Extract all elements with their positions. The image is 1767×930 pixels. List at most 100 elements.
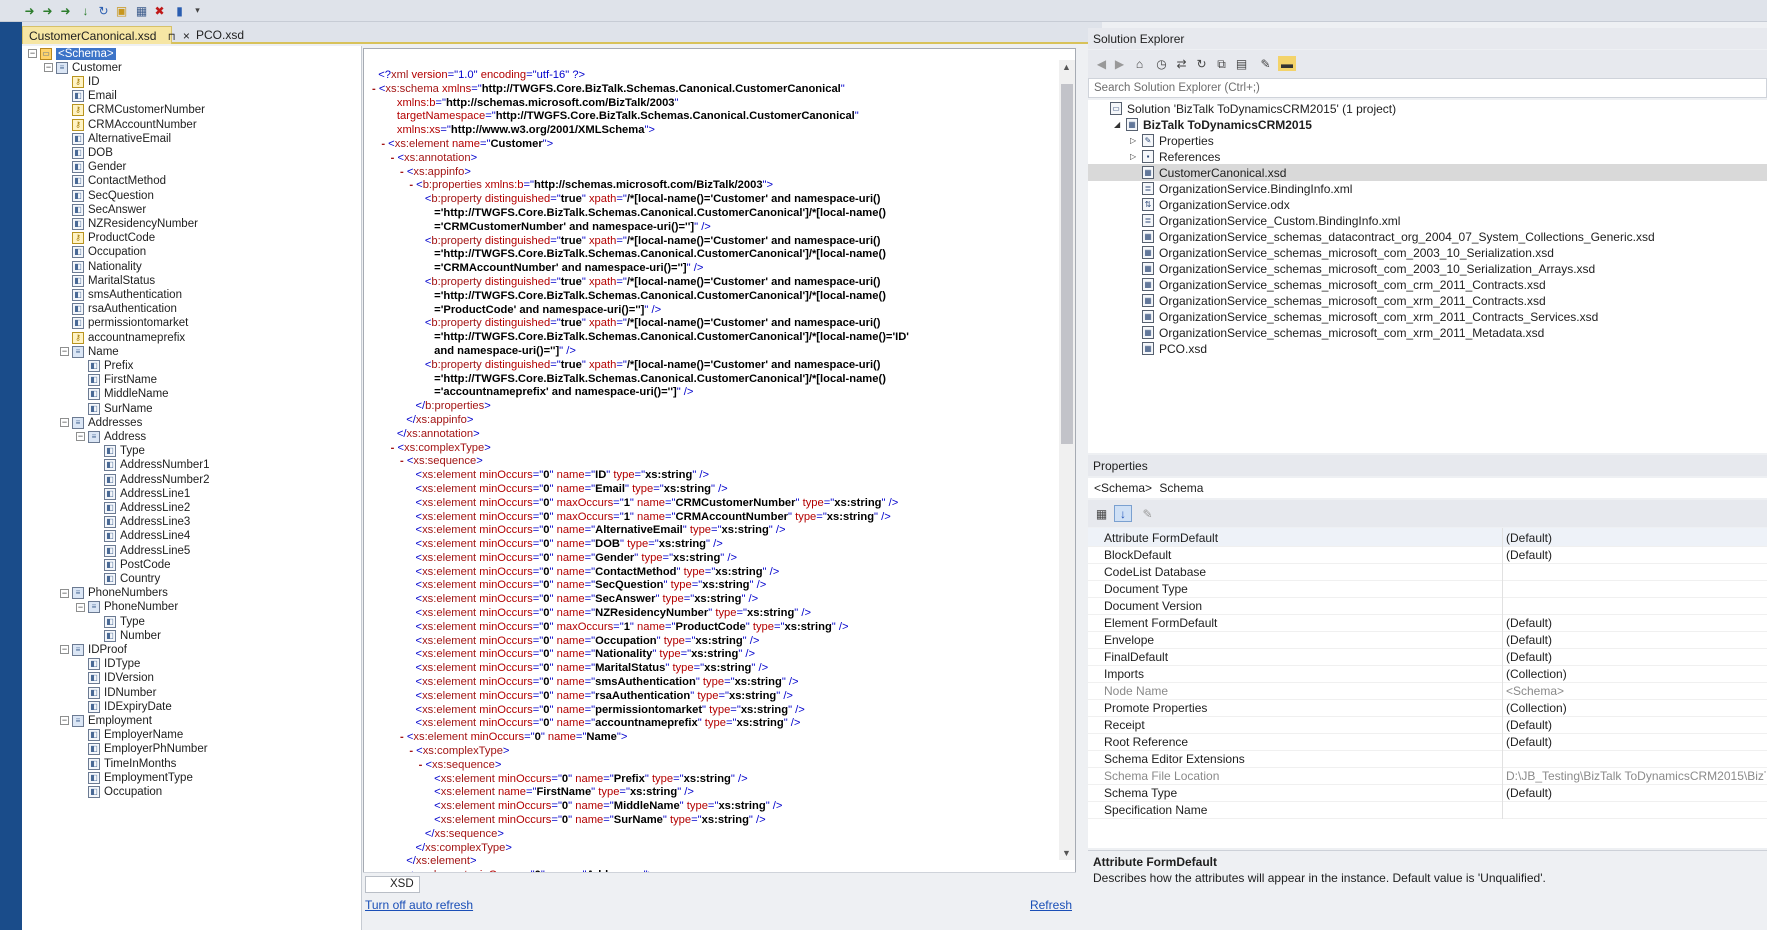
calculator-icon[interactable]: ▦ — [134, 3, 149, 18]
tree-node[interactable]: ◧ AddressNumber1 — [92, 458, 209, 473]
tree-node[interactable]: ◧ EmploymentType — [76, 770, 193, 785]
tree-node[interactable]: ◧ EmployerName — [76, 728, 183, 743]
properties-wrench-icon[interactable]: ✎ — [1258, 56, 1273, 71]
tree-node[interactable]: − ≡ PhoneNumber — [76, 600, 178, 615]
forward-icon[interactable]: ▶ — [1112, 56, 1127, 71]
property-value[interactable]: (Default) — [1506, 633, 1766, 647]
solution-item[interactable]: ≣ OrganizationService.BindingInfo.xml — [1088, 180, 1767, 197]
tree-node[interactable]: ◧ Occupation — [60, 245, 146, 260]
solution-item[interactable]: ◢ ▦ BizTalk ToDynamicsCRM2015 — [1088, 116, 1767, 133]
tree-node[interactable]: ◧ DOB — [60, 145, 113, 160]
property-value[interactable]: D:\JB_Testing\BizTalk ToDynamicsCRM2015\… — [1506, 769, 1766, 783]
step-out-icon[interactable]: ➜ — [58, 3, 73, 18]
home-icon[interactable]: ⌂ — [1132, 56, 1147, 71]
tree-node[interactable]: − ≡ Customer — [44, 60, 122, 75]
solution-item[interactable]: ▦ OrganizationService_schemas_microsoft_c… — [1088, 308, 1767, 325]
tree-node[interactable]: ◧ SecQuestion — [60, 188, 154, 203]
tree-node[interactable]: ◧ AlternativeEmail — [60, 131, 171, 146]
collapse-icon[interactable]: − — [28, 49, 37, 58]
tree-node[interactable]: ◧ FirstName — [76, 373, 157, 388]
property-value[interactable]: (Default) — [1506, 735, 1766, 749]
solution-item[interactable]: ≣ OrganizationService_Custom.BindingInfo.… — [1088, 212, 1767, 229]
tree-node[interactable]: − ≡ IDProof — [60, 642, 127, 657]
tree-node[interactable]: − ≡ PhoneNumbers — [60, 586, 168, 601]
sync-icon[interactable]: ⇄ — [1174, 56, 1189, 71]
tree-node[interactable]: ◧ AddressLine4 — [92, 529, 190, 544]
property-value[interactable]: (Default) — [1506, 531, 1766, 545]
database-icon[interactable]: ▮ — [172, 3, 187, 18]
tree-node[interactable]: ◧ IDVersion — [76, 671, 154, 686]
xml-scroll-thumb[interactable] — [1061, 84, 1073, 444]
tree-node[interactable]: ⚷ ID — [60, 74, 100, 89]
tree-node[interactable]: ◧ AddressLine2 — [92, 500, 190, 515]
refresh-icon[interactable]: ↻ — [1194, 56, 1209, 71]
step-over-icon[interactable]: ➜ — [22, 3, 37, 18]
scroll-down-icon[interactable]: ▼ — [1062, 848, 1071, 858]
tree-node[interactable]: ⚷ CRMAccountNumber — [60, 117, 197, 132]
collapse-icon[interactable]: − — [76, 602, 85, 612]
solution-item[interactable]: ▦ CustomerCanonical.xsd — [1088, 164, 1767, 181]
turn-off-auto-refresh-link[interactable]: Turn off auto refresh — [365, 898, 473, 912]
collapse-icon[interactable]: − — [44, 63, 53, 73]
property-value[interactable]: <Schema> — [1506, 684, 1766, 698]
tree-node[interactable]: ◧ permissiontomarket — [60, 316, 188, 331]
tree-node[interactable]: ◧ rsaAuthentication — [60, 302, 177, 317]
tree-node[interactable]: ◧ AddressNumber2 — [92, 472, 209, 487]
tree-node[interactable]: ◧ MiddleName — [76, 387, 169, 402]
history-icon[interactable]: ◷ — [1154, 56, 1169, 71]
tree-node[interactable]: ◧ Nationality — [60, 259, 142, 274]
collapse-icon[interactable]: − — [60, 645, 69, 655]
collapse-icon[interactable]: − — [60, 418, 69, 428]
scroll-up-icon[interactable]: ▲ — [1062, 62, 1071, 72]
solution-item[interactable]: ⇅ OrganizationService.odx — [1088, 196, 1767, 213]
tree-node[interactable]: ◧ SurName — [76, 401, 153, 416]
step-into-icon[interactable]: ➜ — [40, 3, 55, 18]
collapse-icon[interactable]: − — [76, 432, 85, 442]
pin-icon[interactable]: ⊓ — [168, 32, 176, 43]
property-value[interactable]: (Default) — [1506, 616, 1766, 630]
stop-icon[interactable]: ✖ — [152, 3, 167, 18]
property-pages-icon[interactable]: ✎ — [1140, 506, 1155, 521]
expand-icon[interactable]: ▷ — [1130, 152, 1142, 161]
tree-node[interactable]: ◧ AddressLine1 — [92, 486, 190, 501]
tree-node[interactable]: ⚷ accountnameprefix — [60, 330, 185, 345]
refresh-link[interactable]: Refresh — [1030, 898, 1072, 912]
tree-node[interactable]: ◧ SecAnswer — [60, 202, 146, 217]
property-value[interactable]: (Default) — [1506, 786, 1766, 800]
expand-icon[interactable]: ◢ — [1114, 120, 1126, 129]
solution-item[interactable]: ▷ ✎ Properties — [1088, 132, 1767, 149]
refresh-icon[interactable]: ↻ — [96, 3, 111, 18]
collapse-icon[interactable]: − — [60, 588, 69, 598]
solution-item[interactable]: ▦ OrganizationService_schemas_microsoft_c… — [1088, 292, 1767, 309]
solution-item[interactable]: ▦ PCO.xsd — [1088, 340, 1767, 357]
tree-node[interactable]: ◧ ContactMethod — [60, 174, 166, 189]
tree-node[interactable]: ◧ MaritalStatus — [60, 273, 155, 288]
tree-node[interactable]: − ≡ Addresses — [60, 415, 142, 430]
properties-object-selector[interactable]: <Schema> Schema — [1088, 478, 1767, 498]
close-icon[interactable]: × — [183, 29, 190, 43]
run-icon[interactable]: ↓ — [78, 3, 93, 18]
tab-pco[interactable]: PCO.xsd — [190, 26, 270, 44]
tree-node[interactable]: ◧ IDType — [76, 657, 140, 672]
tree-node[interactable]: ⚷ CRMCustomerNumber — [60, 103, 205, 118]
tree-node[interactable]: ◧ Country — [92, 571, 160, 586]
property-row[interactable]: Specification Name — [1088, 800, 1767, 819]
collapse-icon[interactable]: − — [60, 347, 69, 357]
collapse-icon[interactable]: − — [60, 716, 69, 726]
expand-icon[interactable]: ▷ — [1130, 136, 1142, 145]
tree-node[interactable]: ◧ Number — [92, 628, 161, 643]
tree-node[interactable]: − ≡ Employment — [60, 713, 152, 728]
tree-node[interactable]: ◧ IDExpiryDate — [76, 699, 172, 714]
property-value[interactable]: (Collection) — [1506, 667, 1766, 681]
solution-item[interactable]: ▦ OrganizationService_schemas_microsoft_c… — [1088, 276, 1767, 293]
show-all-files-icon[interactable]: ▤ — [1234, 56, 1249, 71]
solution-item[interactable]: ▦ OrganizationService_schemas_microsoft_c… — [1088, 244, 1767, 261]
property-value[interactable]: (Default) — [1506, 548, 1766, 562]
solution-item[interactable]: ▦ OrganizationService_schemas_microsoft_c… — [1088, 260, 1767, 277]
tree-node[interactable]: ◧ IDNumber — [76, 685, 156, 700]
categorized-icon[interactable]: ▦ — [1094, 506, 1109, 521]
solution-item[interactable]: ▦ OrganizationService_schemas_datacontrac… — [1088, 228, 1767, 245]
property-value[interactable]: (Default) — [1506, 718, 1766, 732]
tree-node[interactable]: ◧ Gender — [60, 160, 126, 175]
solution-search-input[interactable]: Search Solution Explorer (Ctrl+;) — [1088, 78, 1767, 98]
